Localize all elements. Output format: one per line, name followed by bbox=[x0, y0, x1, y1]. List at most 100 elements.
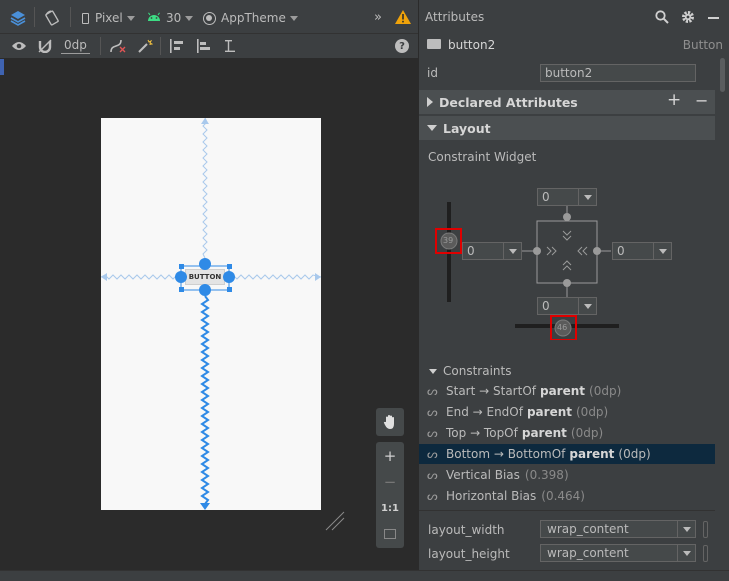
wrap-chevron bbox=[577, 246, 588, 256]
device-label: Pixel bbox=[95, 11, 123, 25]
layout-height-label: layout_height bbox=[428, 547, 510, 561]
infer-constraints-icon[interactable] bbox=[136, 38, 154, 54]
align-icon[interactable] bbox=[195, 38, 213, 54]
default-margin-dropdown[interactable]: 0dp bbox=[61, 37, 90, 54]
layout-width-picker[interactable] bbox=[703, 521, 708, 538]
component-name: button2 bbox=[448, 38, 496, 52]
fit-screen-button[interactable] bbox=[376, 522, 404, 546]
constraint-icon: ᔕ bbox=[427, 405, 438, 419]
guidelines-icon[interactable] bbox=[221, 38, 239, 54]
layers-icon[interactable] bbox=[8, 8, 28, 28]
bottom-margin-dropdown[interactable]: 0 bbox=[537, 297, 597, 315]
device-canvas[interactable]: BUTTON bbox=[101, 118, 321, 510]
pack-icon[interactable] bbox=[168, 38, 186, 54]
resize-handle bbox=[179, 287, 184, 292]
left-margin-value: 0 bbox=[467, 244, 475, 258]
minimize-icon[interactable] bbox=[706, 16, 720, 20]
status-bar bbox=[0, 570, 729, 581]
pan-button[interactable] bbox=[376, 408, 404, 436]
attributes-panel: Attributes button2 Button id button2 Dec… bbox=[418, 0, 729, 581]
default-margin-value: 0dp bbox=[64, 38, 87, 52]
constraint-row[interactable]: ᔕ Vertical Bias (0.398) bbox=[419, 465, 715, 485]
bottom-arrow bbox=[200, 503, 210, 510]
chevron-down-icon bbox=[503, 243, 521, 259]
overflow-button[interactable]: » bbox=[374, 7, 382, 27]
section-divider bbox=[419, 510, 715, 511]
toolbar-separator bbox=[160, 37, 161, 55]
left-margin-dropdown[interactable]: 0 bbox=[462, 242, 522, 260]
declared-attributes-title: Declared Attributes bbox=[439, 94, 578, 110]
constraint-widget-label: Constraint Widget bbox=[428, 150, 537, 164]
toolbar-separator bbox=[34, 7, 35, 27]
chevron-down-icon bbox=[677, 545, 695, 561]
device-dropdown[interactable]: Pixel bbox=[82, 8, 135, 28]
gear-icon[interactable] bbox=[680, 9, 696, 25]
layout-width-label: layout_width bbox=[428, 523, 505, 537]
warning-icon[interactable] bbox=[394, 9, 412, 25]
api-level-dropdown[interactable]: 30 bbox=[147, 8, 194, 28]
top-margin-value: 0 bbox=[542, 190, 550, 204]
scrollbar-thumb[interactable] bbox=[720, 58, 725, 92]
button-component-icon bbox=[427, 39, 441, 49]
fit-screen-icon bbox=[384, 529, 396, 539]
theme-label: AppTheme bbox=[221, 11, 286, 25]
id-row: id button2 bbox=[419, 62, 715, 84]
chevron-down-icon bbox=[185, 15, 194, 21]
vertical-bias-value[interactable]: 39 bbox=[443, 236, 453, 245]
bottom-constraint-line bbox=[200, 295, 210, 505]
layout-height-dropdown[interactable]: wrap_content bbox=[540, 544, 696, 562]
hand-icon bbox=[383, 415, 394, 429]
declared-attributes-header[interactable]: Declared Attributes + − bbox=[419, 90, 715, 114]
layout-header[interactable]: Layout bbox=[419, 116, 715, 140]
top-margin-dropdown[interactable]: 0 bbox=[537, 188, 597, 206]
add-attribute-button[interactable]: + bbox=[667, 90, 681, 110]
constraints-header[interactable]: Constraints bbox=[419, 361, 715, 381]
top-constraint-line bbox=[202, 118, 208, 259]
orientation-icon[interactable] bbox=[42, 8, 62, 28]
zoom-out-button[interactable]: − bbox=[376, 470, 404, 494]
help-icon[interactable]: ? bbox=[395, 39, 409, 53]
right-connector bbox=[593, 247, 601, 255]
layout-width-value: wrap_content bbox=[547, 522, 629, 536]
magnet-icon[interactable] bbox=[36, 38, 54, 54]
button-widget[interactable]: BUTTON bbox=[185, 269, 225, 285]
left-connector bbox=[533, 247, 541, 255]
left-constraint-line bbox=[101, 274, 182, 280]
id-input[interactable]: button2 bbox=[540, 64, 696, 82]
left-arrow bbox=[101, 273, 107, 281]
zoom-in-button[interactable]: + bbox=[376, 444, 404, 468]
android-icon bbox=[147, 11, 161, 25]
right-margin-dropdown[interactable]: 0 bbox=[612, 242, 672, 260]
scrollbar-track[interactable] bbox=[717, 56, 727, 576]
resize-handle bbox=[227, 287, 232, 292]
constraint-row[interactable]: ᔕ Start → StartOf parent (0dp) bbox=[419, 381, 715, 401]
layout-height-row: layout_height wrap_content bbox=[419, 542, 715, 564]
constraint-row[interactable]: ᔕ Horizontal Bias (0.464) bbox=[419, 486, 715, 506]
selection-strip bbox=[0, 59, 4, 75]
design-toolbar: Pixel 30 AppTheme » bbox=[0, 0, 418, 34]
search-icon[interactable] bbox=[654, 9, 670, 25]
actual-size-button[interactable]: 1:1 bbox=[376, 496, 404, 520]
theme-dropdown[interactable]: AppTheme bbox=[203, 8, 298, 28]
panel-title: Attributes bbox=[425, 10, 485, 24]
api-level-label: 30 bbox=[166, 11, 182, 25]
constraint-row[interactable]: ᔕ End → EndOf parent (0dp) bbox=[419, 402, 715, 422]
bottom-connector bbox=[563, 279, 571, 287]
layout-width-dropdown[interactable]: wrap_content bbox=[540, 520, 696, 538]
eye-icon[interactable] bbox=[10, 38, 28, 54]
constraint-row-selected[interactable]: ᔕ Bottom → BottomOf parent (0dp) bbox=[419, 444, 715, 464]
resize-corner-icon[interactable] bbox=[324, 510, 346, 532]
component-type: Button bbox=[682, 38, 723, 52]
design-editor: Pixel 30 AppTheme » 0dp ? BUTTON + − 1:1 bbox=[0, 0, 418, 581]
clear-constraints-icon[interactable] bbox=[108, 38, 128, 54]
constraint-row[interactable]: ᔕ Top → TopOf parent (0dp) bbox=[419, 423, 715, 443]
horizontal-bias-value[interactable]: 46 bbox=[557, 323, 567, 332]
remove-attribute-button[interactable]: − bbox=[695, 91, 708, 110]
right-margin-value: 0 bbox=[617, 244, 625, 258]
widget-box bbox=[536, 220, 598, 284]
constraint-lines bbox=[101, 118, 321, 510]
layout-height-picker[interactable] bbox=[703, 545, 708, 562]
wrap-chevron bbox=[562, 260, 572, 271]
component-header: button2 Button bbox=[419, 36, 723, 56]
resize-handle bbox=[227, 264, 232, 269]
